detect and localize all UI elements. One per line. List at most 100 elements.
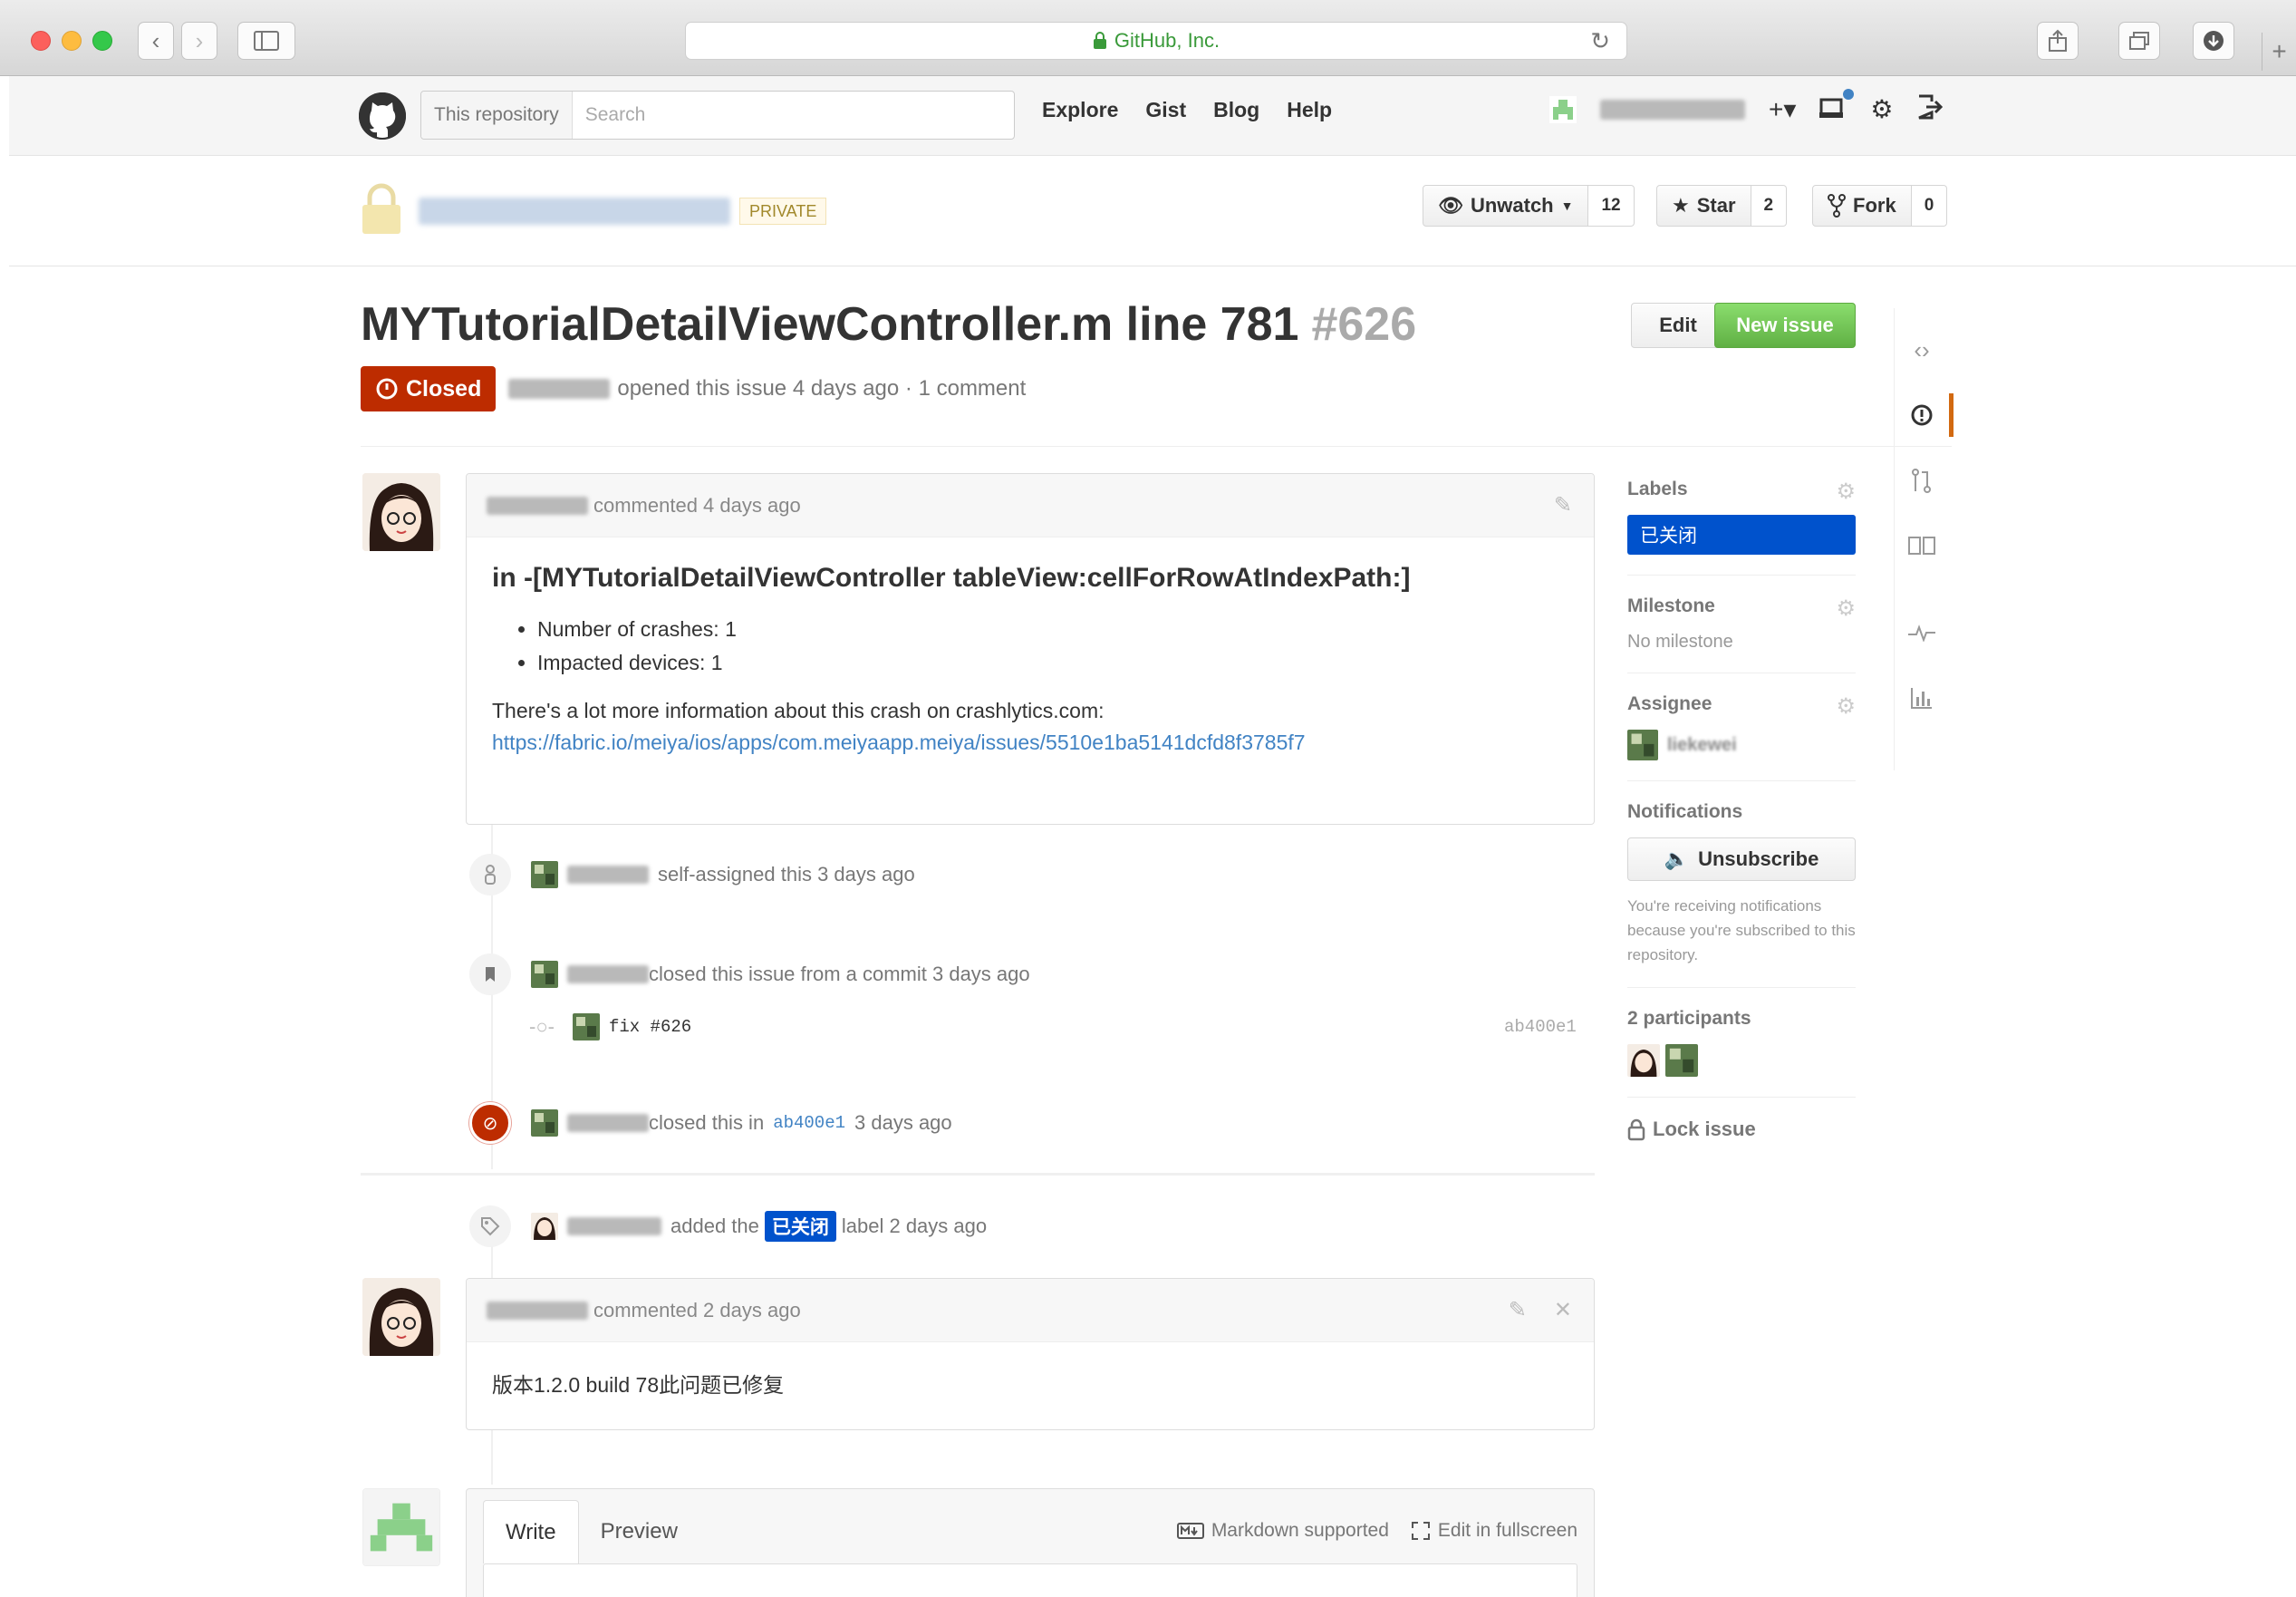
issue-comment: commented 4 days ago ✎ in -[MYTutorialDe… [466, 473, 1595, 825]
comment-body: 版本1.2.0 build 78此问题已修复 [467, 1342, 1594, 1431]
new-tab-button[interactable]: + [2262, 33, 2296, 71]
reload-icon[interactable]: ↻ [1590, 27, 1610, 55]
markdown-help-link[interactable]: Markdown supported [1176, 1520, 1389, 1542]
actor-avatar[interactable] [531, 1213, 558, 1240]
create-new-menu[interactable]: +▾ [1769, 96, 1796, 122]
sidebar-toggle-button[interactable] [237, 22, 295, 60]
comment-header: commented 2 days ago ✎ ✕ [467, 1279, 1594, 1342]
crashlytics-link[interactable]: https://fabric.io/meiya/ios/apps/com.mei… [492, 731, 1306, 754]
new-issue-button[interactable]: New issue [1714, 303, 1856, 348]
committer-avatar[interactable] [572, 1013, 600, 1040]
graphs-icon[interactable] [1894, 665, 1950, 731]
fork-count[interactable]: 0 [1911, 185, 1948, 227]
actor-avatar[interactable] [531, 861, 558, 888]
nav-help[interactable]: Help [1287, 98, 1332, 122]
fork-group: Fork 0 [1812, 185, 1948, 227]
event-text: label 2 days ago [841, 1215, 988, 1237]
pulse-icon[interactable] [1894, 600, 1950, 665]
actor-name[interactable] [567, 1114, 649, 1132]
milestone-gear-icon[interactable]: ⚙ [1836, 595, 1856, 622]
repository-name[interactable] [419, 198, 730, 225]
close-window-button[interactable] [31, 31, 51, 51]
issue-number: #626 [1311, 298, 1417, 351]
zoom-window-button[interactable] [92, 31, 112, 51]
commenter-avatar[interactable] [362, 1278, 440, 1356]
commit-sha[interactable]: ab400e1 [1504, 1017, 1577, 1037]
status-text: Closed [406, 375, 482, 402]
assignee-gear-icon[interactable]: ⚙ [1836, 693, 1856, 720]
pencil-icon[interactable]: ✎ [1509, 1297, 1527, 1323]
person-icon [469, 854, 511, 895]
labels-gear-icon[interactable]: ⚙ [1836, 479, 1856, 505]
user-avatar[interactable] [1549, 95, 1577, 123]
assignee-avatar[interactable] [1627, 730, 1658, 760]
unwatch-button[interactable]: 👁 Unwatch ▼ [1423, 185, 1589, 227]
pencil-icon[interactable]: ✎ [1554, 492, 1572, 518]
downloads-button[interactable] [2193, 22, 2234, 60]
wiki-icon[interactable] [1894, 513, 1950, 578]
star-button[interactable]: ★ Star [1656, 185, 1751, 227]
repo-side-nav: ‹› [1894, 317, 1954, 731]
forward-button[interactable]: › [181, 22, 217, 60]
bookmark-icon [469, 953, 511, 995]
nav-explore[interactable]: Explore [1042, 98, 1118, 122]
unsubscribe-button[interactable]: 🔈 Unsubscribe [1627, 837, 1856, 881]
comment-header: commented 4 days ago ✎ [467, 474, 1594, 537]
author-name[interactable] [508, 379, 611, 399]
actor-name[interactable] [567, 965, 649, 983]
assignee-name[interactable]: liekewei [1667, 735, 1737, 756]
address-bar[interactable]: GitHub, Inc. ↻ [685, 22, 1627, 60]
commit-row: -○- fix #626 [529, 1004, 691, 1050]
participant-avatar[interactable] [1627, 1044, 1660, 1077]
actor-name[interactable] [567, 1217, 661, 1235]
fullscreen-link[interactable]: Edit in fullscreen [1411, 1520, 1577, 1542]
tab-preview[interactable]: Preview [579, 1500, 699, 1563]
comment-textarea[interactable] [483, 1563, 1577, 1597]
actor-avatar[interactable] [531, 961, 558, 988]
label-chip[interactable]: 已关闭 [764, 1211, 836, 1242]
close-icon[interactable]: ✕ [1554, 1297, 1572, 1323]
notifications-icon[interactable] [1819, 89, 1855, 124]
github-logo[interactable] [359, 92, 406, 140]
comment-author[interactable] [487, 496, 588, 515]
crash-stats-list: Number of crashes: 1 Impacted devices: 1 [514, 617, 1568, 675]
share-button[interactable] [2037, 22, 2079, 60]
event-text: added the [670, 1215, 759, 1237]
back-button[interactable]: ‹ [138, 22, 174, 60]
event-closed-from-commit: closed this issue from a commit 3 days a… [469, 952, 1030, 997]
participant-avatar[interactable] [1665, 1044, 1698, 1077]
star-count[interactable]: 2 [1751, 185, 1788, 227]
eye-icon: 👁 [1438, 194, 1463, 217]
closing-commit-link[interactable]: ab400e1 [773, 1113, 845, 1133]
search-scope[interactable]: This repository [421, 92, 573, 139]
event-labeled: added the 已关闭 label 2 days ago [469, 1204, 987, 1249]
share-icon [2049, 29, 2067, 52]
search-input[interactable] [572, 92, 1014, 139]
tabs-overview-button[interactable] [2118, 22, 2160, 60]
comment-body: in -[MYTutorialDetailViewController tabl… [467, 537, 1594, 780]
fork-icon [1828, 194, 1846, 218]
commit-message[interactable]: fix #626 [609, 1017, 691, 1037]
edit-issue-button[interactable]: Edit [1631, 303, 1725, 348]
git-commit-icon: -○- [529, 1015, 555, 1038]
event-time: 3 days ago [854, 1111, 952, 1134]
pull-requests-icon[interactable] [1894, 448, 1950, 513]
watch-count[interactable]: 12 [1588, 185, 1635, 227]
nav-gist[interactable]: Gist [1145, 98, 1186, 122]
label-closed[interactable]: 已关闭 [1627, 515, 1856, 555]
fork-button[interactable]: Fork [1812, 185, 1912, 227]
settings-gear-icon[interactable]: ⚙ [1870, 96, 1893, 122]
sign-out-icon[interactable] [1917, 94, 1943, 124]
tab-write[interactable]: Write [483, 1500, 579, 1563]
closed-circle-icon: ⊘ [469, 1102, 511, 1144]
actor-avatar[interactable] [531, 1109, 558, 1137]
commenter-avatar[interactable] [362, 473, 440, 551]
nav-blog[interactable]: Blog [1213, 98, 1259, 122]
minimize-window-button[interactable] [62, 31, 82, 51]
lock-issue-link[interactable]: Lock issue [1627, 1118, 1856, 1141]
actor-name[interactable] [567, 866, 649, 884]
comment-author[interactable] [487, 1301, 588, 1320]
issues-icon[interactable] [1894, 382, 1954, 448]
username[interactable] [1600, 99, 1745, 120]
code-icon[interactable]: ‹› [1894, 317, 1950, 382]
